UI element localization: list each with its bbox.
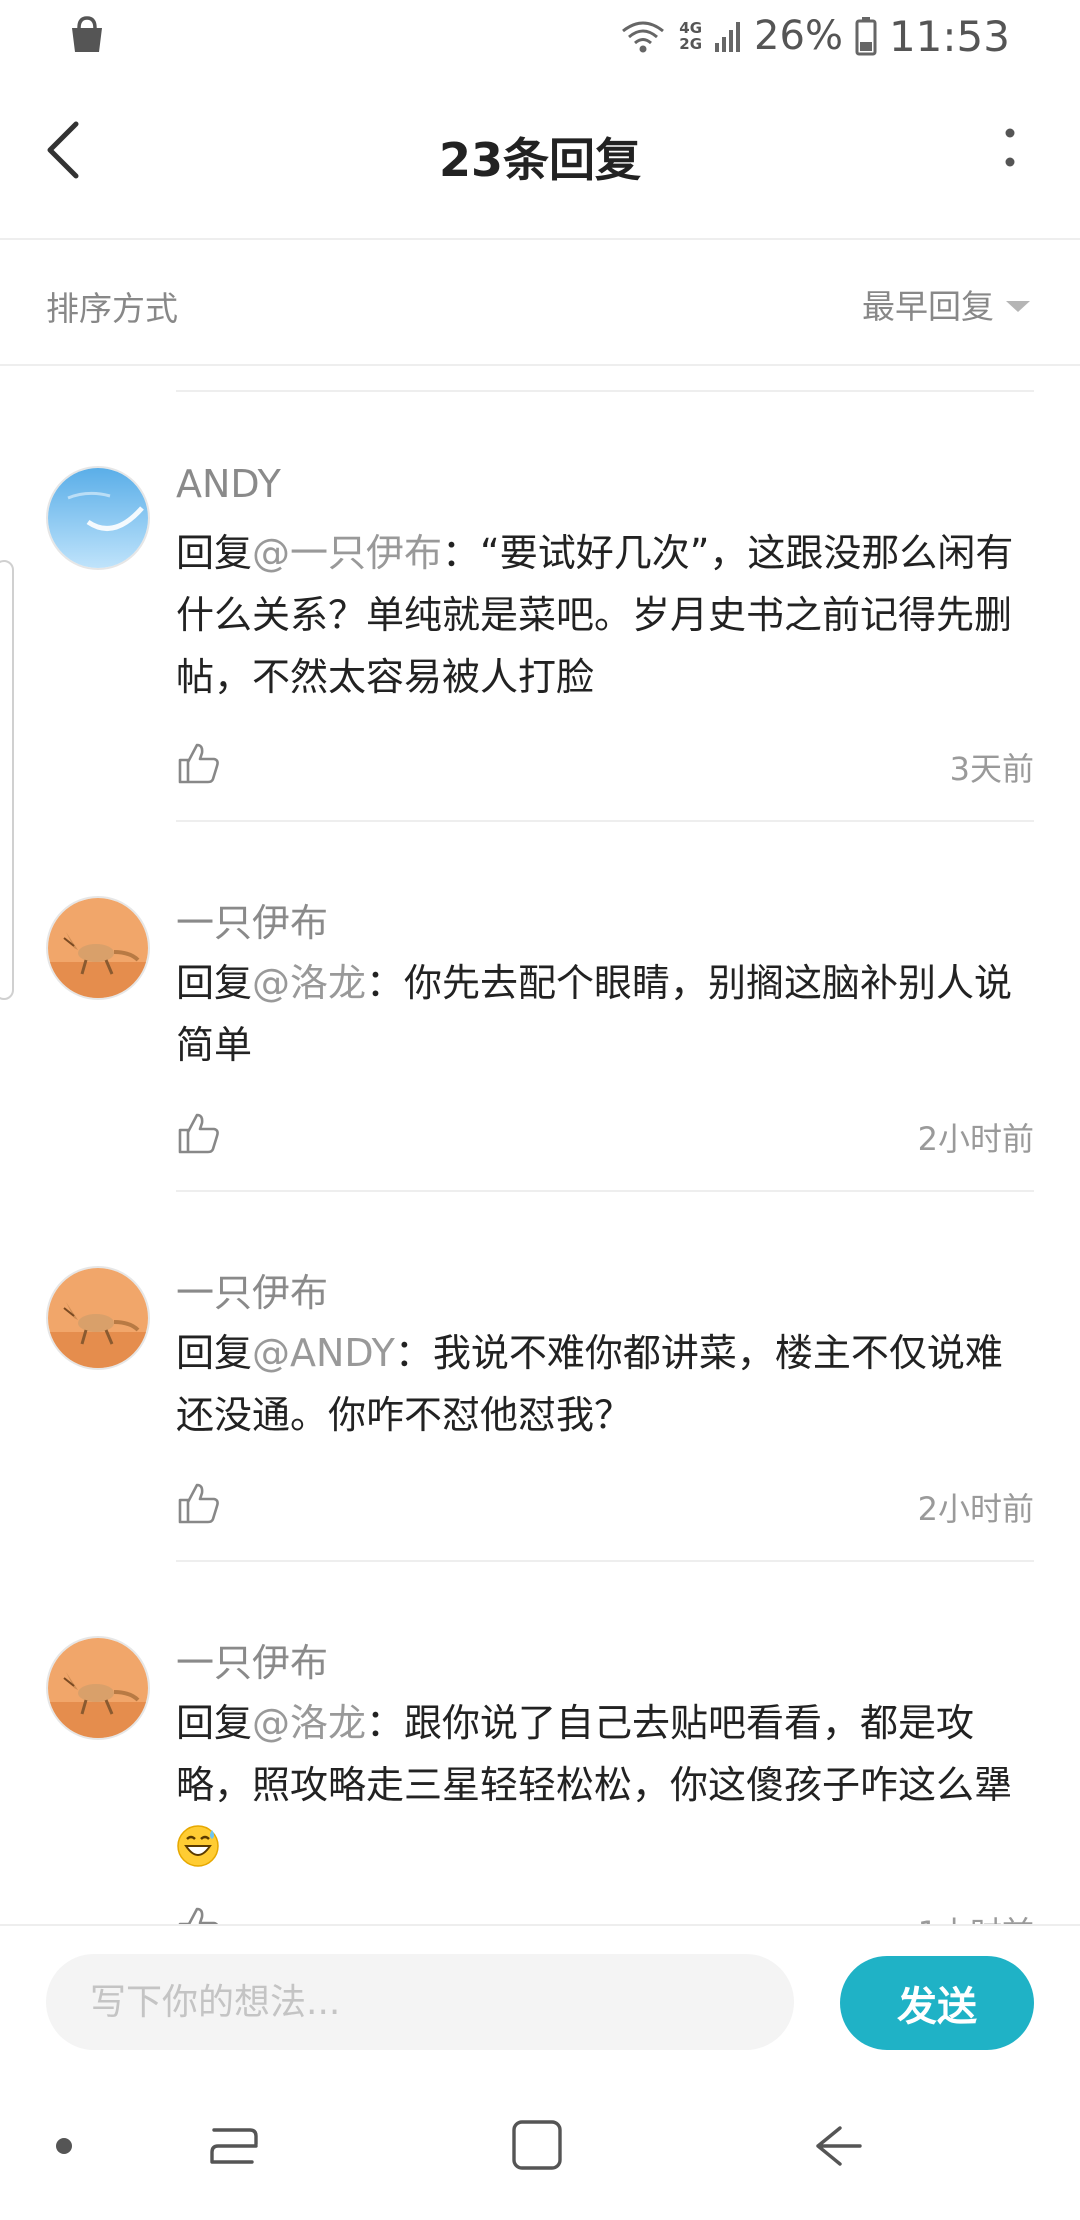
comment-time: 3天前 <box>949 750 1034 788</box>
sort-value: 最早回复 <box>862 287 994 326</box>
divider <box>176 1560 1034 1562</box>
sky-avatar-image <box>48 468 148 568</box>
app-header: 23条回复 <box>0 72 1080 240</box>
divider <box>176 820 1034 822</box>
comment-time: 2小时前 <box>917 1120 1034 1158</box>
comment-text: 回复@ANDY：我说不难你都讲菜，楼主不仅说难还没通。你咋不怼他怼我？ <box>176 1322 1036 1446</box>
comment-username[interactable]: 一只伊布 <box>176 1262 328 1317</box>
shopping-bag-icon <box>72 16 102 52</box>
comment-time: 2小时前 <box>917 1490 1034 1528</box>
thumbs-up-icon[interactable] <box>176 740 222 786</box>
sort-bar: 排序方式 最早回复 <box>0 242 1080 366</box>
status-bar: 4G 2G 26% 11:53 <box>0 0 1080 72</box>
back-nav-icon[interactable] <box>810 2118 866 2174</box>
reply-prefix: 回复 <box>176 531 253 575</box>
battery-icon <box>855 17 877 56</box>
avatar[interactable] <box>46 1266 150 1370</box>
status-indicators: 4G 2G 26% 11:53 <box>619 8 1010 64</box>
signal-icon <box>715 22 741 52</box>
reply-prefix: 回复 <box>176 1701 253 1745</box>
mention-link[interactable]: @一只伊布 <box>252 531 442 575</box>
divider <box>176 1190 1034 1192</box>
avatar[interactable] <box>46 896 150 1000</box>
reply-input-bar: 发送 <box>0 1924 1080 2064</box>
clock: 11:53 <box>888 11 1010 61</box>
reply-prefix: 回复 <box>176 961 253 1005</box>
thumbs-up-icon[interactable] <box>176 1480 222 1526</box>
more-vertical-icon[interactable] <box>1000 124 1020 174</box>
network-type: 4G 2G <box>679 19 703 53</box>
thumbs-up-icon[interactable] <box>176 1110 222 1156</box>
mention-link[interactable]: @洛龙 <box>252 1701 366 1745</box>
send-button[interactable]: 发送 <box>840 1956 1034 2050</box>
edge-panel-handle[interactable] <box>0 560 14 1000</box>
fox-avatar-image <box>48 898 148 998</box>
sort-label: 排序方式 <box>46 289 178 328</box>
grinning-sweat-emoji-icon <box>177 1825 219 1867</box>
comment-text: 回复@洛龙：你先去配个眼睛，别搁这脑补别人说简单 <box>176 952 1036 1076</box>
comment-text: 回复@一只伊布：“要试好几次”，这跟没那么闲有什么关系？单纯就是菜吧。岁月史书之… <box>176 522 1036 708</box>
mention-link[interactable]: @ANDY <box>252 1331 395 1375</box>
caret-down-icon <box>1006 300 1030 312</box>
fox-avatar-image <box>48 1638 148 1738</box>
sort-dropdown[interactable]: 最早回复 <box>862 280 1030 328</box>
comment-username[interactable]: 一只伊布 <box>176 1632 328 1687</box>
reply-prefix: 回复 <box>176 1331 253 1375</box>
divider <box>176 390 1034 392</box>
avatar[interactable] <box>46 1636 150 1740</box>
nav-dot-icon[interactable] <box>56 2138 72 2154</box>
battery-percent: 26% <box>754 13 843 59</box>
page-title: 23条回复 <box>438 133 641 187</box>
comment-text: 回复@洛龙：跟你说了自己去贴吧看看，都是攻略，照攻略走三星轻轻松松，你这傻孩子咋… <box>176 1692 1036 1878</box>
comment-username[interactable]: ANDY <box>176 462 281 506</box>
reply-input[interactable] <box>46 1954 794 2050</box>
mention-link[interactable]: @洛龙 <box>252 961 366 1005</box>
system-nav-bar <box>0 2064 1080 2220</box>
wifi-icon <box>622 21 665 53</box>
avatar[interactable] <box>46 466 150 570</box>
recents-icon[interactable] <box>206 2118 262 2174</box>
fox-avatar-image <box>48 1268 148 1368</box>
comment-username[interactable]: 一只伊布 <box>176 892 328 947</box>
home-icon[interactable] <box>508 2116 566 2174</box>
